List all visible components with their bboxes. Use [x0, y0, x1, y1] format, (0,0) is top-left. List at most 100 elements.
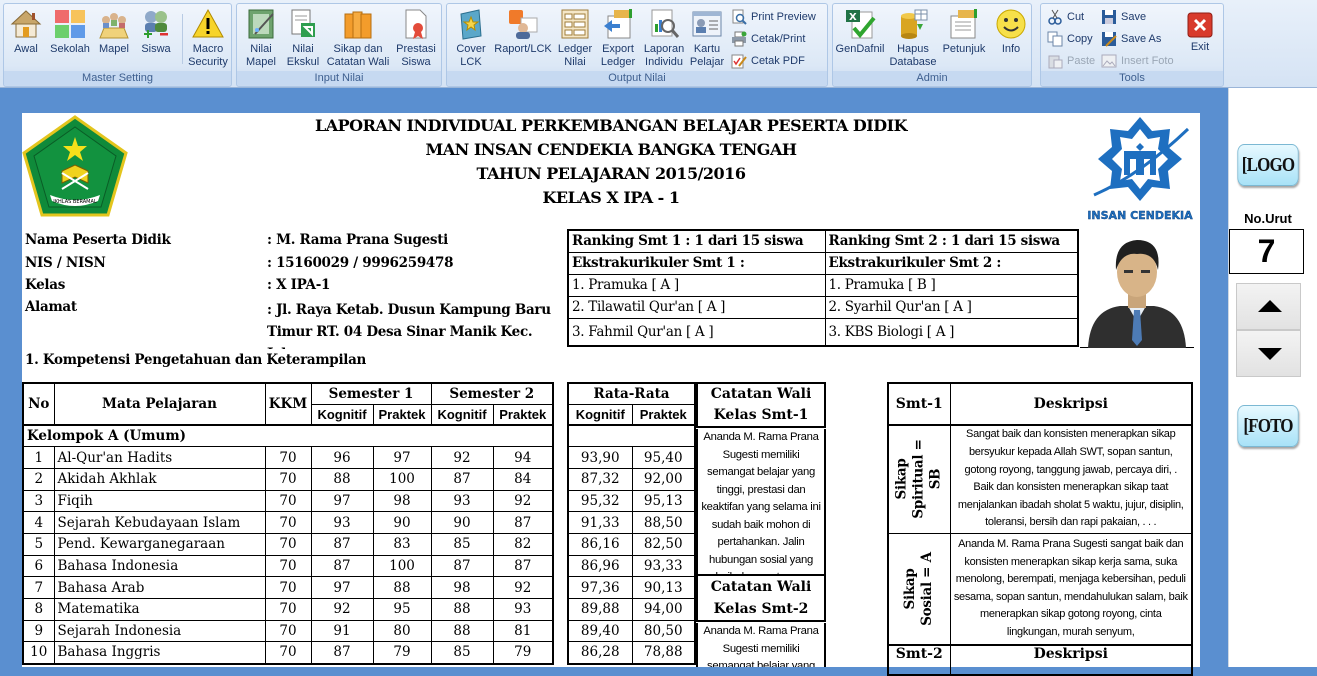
siswa-button[interactable]: Siswa [138, 8, 174, 56]
report-title-line-4: KELAS X IPA - 1 [542, 188, 680, 207]
sikap-spiritual-text: Sangat baik dan konsisten menerapkan sik… [949, 424, 1193, 534]
petunjuk-label: Petunjuk [942, 43, 986, 55]
row-kkm: 70 [264, 619, 312, 643]
row-s1-kognitif: 97 [310, 576, 374, 599]
next-button[interactable] [1236, 330, 1301, 377]
mapel-button[interactable]: Mapel [96, 8, 132, 56]
laporan-individu-button[interactable]: Laporan Individu [641, 8, 687, 69]
nilai-mapel-button[interactable]: Nilai Mapel [241, 8, 281, 69]
header-s1-kognitif: Kognitif [310, 403, 374, 426]
average-row: 97,36 90,13 [567, 576, 696, 599]
header-deskripsi-smt2: Deskripsi [949, 644, 1193, 676]
nis-value: : 15160029 / 9996259478 [267, 255, 454, 271]
row-no: 10 [22, 641, 55, 665]
row-kkm: 70 [264, 641, 312, 665]
header-smt1: Smt-1 [887, 382, 951, 426]
header-mapel: Mata Pelajaran [53, 382, 266, 426]
print-preview-button[interactable]: Print Preview [731, 8, 816, 26]
grade-row: 9 Sejarah Indonesia 70 91 80 88 81 [22, 619, 554, 643]
avg-praktek: 90,13 [631, 576, 696, 599]
row-s2-praktek: 94 [492, 446, 554, 469]
average-row: 89,88 94,00 [567, 598, 696, 621]
grade-row: 2 Akidah Akhlak 70 88 100 87 84 [22, 467, 554, 491]
no-urut-value: 7 [1257, 233, 1276, 269]
raport-lck-button[interactable]: Raport/LCK [493, 8, 553, 56]
row-mapel: Al-Qur'an Hadits [53, 446, 266, 469]
save-button[interactable]: Save [1101, 8, 1146, 26]
average-row: 95,32 95,13 [567, 489, 696, 513]
foto-button[interactable]: [FOTO [1237, 405, 1299, 447]
avg-praktek: 95,13 [631, 489, 696, 513]
sikap-catatan-wali-label: Sikap dan Catatan Wali [326, 43, 390, 68]
kartu-pelajar-button[interactable]: Kartu Pelajar [687, 8, 727, 69]
rss-user-icon [507, 8, 539, 40]
label-line: Sosial = A [919, 551, 936, 626]
row-s1-kognitif: 97 [310, 489, 374, 513]
no-urut-input[interactable]: 7 [1229, 229, 1304, 274]
smiley-icon [995, 8, 1027, 40]
home-icon [10, 8, 42, 40]
row-s2-kognitif: 88 [430, 619, 494, 643]
avg-kognitif: 86,28 [567, 641, 633, 665]
header-semester-1: Semester 1 [310, 382, 432, 405]
nilai-ekskul-button[interactable]: Nilai Ekskul [283, 8, 323, 69]
petunjuk-button[interactable]: Petunjuk [939, 8, 989, 56]
average-row: 89,40 80,50 [567, 619, 696, 643]
copy-button[interactable]: Copy [1047, 30, 1093, 48]
header-deskripsi: Deskripsi [949, 382, 1193, 426]
row-s1-praktek: 100 [372, 467, 432, 491]
books-icon [342, 8, 374, 40]
prestasi-siswa-button[interactable]: Prestasi Siswa [395, 8, 437, 69]
macro-security-button[interactable]: Macro Security [186, 8, 230, 69]
users-add-remove-icon [140, 8, 172, 40]
raport-lck-label: Raport/LCK [494, 43, 552, 55]
insert-foto-button[interactable]: Insert Foto [1101, 52, 1174, 70]
row-mapel: Sejarah Indonesia [53, 619, 266, 643]
row-no: 1 [22, 446, 55, 469]
sikap-catatan-wali-button[interactable]: Sikap dan Catatan Wali [325, 8, 391, 69]
copy-icon [1047, 31, 1063, 47]
cetak-print-button[interactable]: Cetak/Print [731, 30, 805, 48]
awal-button[interactable]: Awal [8, 8, 44, 56]
avg-praktek: 78,88 [631, 641, 696, 665]
row-kkm: 70 [264, 446, 312, 469]
exit-button[interactable]: Exit [1183, 12, 1217, 54]
print-preview-label: Print Preview [751, 11, 816, 23]
group-label: Input Nilai [237, 71, 441, 85]
no-urut-label: No.Urut [1244, 211, 1292, 226]
alamat-line-2: Timur RT. 04 Desa Sinar Manik Kec. [267, 324, 533, 340]
save-as-button[interactable]: Save As [1101, 30, 1161, 48]
avg-praktek: 93,33 [631, 554, 696, 578]
avg-kognitif: 86,96 [567, 554, 633, 578]
cover-lck-button[interactable]: Cover LCK [451, 8, 491, 69]
catatan-smt2-text: Ananda M. Rama Prana Sugesti memiliki se… [696, 623, 826, 667]
database-icon [897, 8, 929, 40]
group-output-nilai: Cover LCK Raport/LCK Ledger Nilai Export… [446, 3, 828, 87]
catatan-smt1-title: Catatan Wali Kelas Smt-1 [696, 382, 826, 428]
row-s2-kognitif: 98 [430, 576, 494, 599]
previous-button[interactable] [1236, 283, 1301, 330]
row-s1-kognitif: 96 [310, 446, 374, 469]
gendafnil-button[interactable]: X GenDafnil [835, 8, 885, 56]
prestasi-siswa-label: Prestasi Siswa [396, 43, 436, 68]
info-button[interactable]: Info [993, 8, 1029, 56]
paste-button[interactable]: Paste [1047, 52, 1095, 70]
cetak-pdf-button[interactable]: Cetak PDF [731, 52, 805, 70]
label-line: Spiritual = [910, 439, 927, 519]
average-row: 86,16 82,50 [567, 532, 696, 556]
arrow-up-icon [1258, 300, 1282, 312]
avg-praktek: 82,50 [631, 532, 696, 556]
cut-button[interactable]: Cut [1047, 8, 1084, 26]
export-ledger-button[interactable]: Export Ledger [597, 8, 639, 69]
ledger-nilai-button[interactable]: Ledger Nilai [555, 8, 595, 69]
row-no: 5 [22, 532, 55, 556]
sekolah-button[interactable]: Sekolah [48, 8, 92, 56]
hapus-database-button[interactable]: Hapus Database [887, 8, 939, 69]
header-s2-praktek: Praktek [492, 403, 554, 426]
logo-button[interactable]: [LOGO [1237, 144, 1299, 186]
info-label: Info [1001, 43, 1021, 55]
row-s1-praktek: 83 [372, 532, 432, 556]
cetak-print-label: Cetak/Print [751, 33, 806, 45]
row-s1-praktek: 90 [372, 511, 432, 534]
laporan-individu-label: Laporan Individu [643, 43, 685, 68]
